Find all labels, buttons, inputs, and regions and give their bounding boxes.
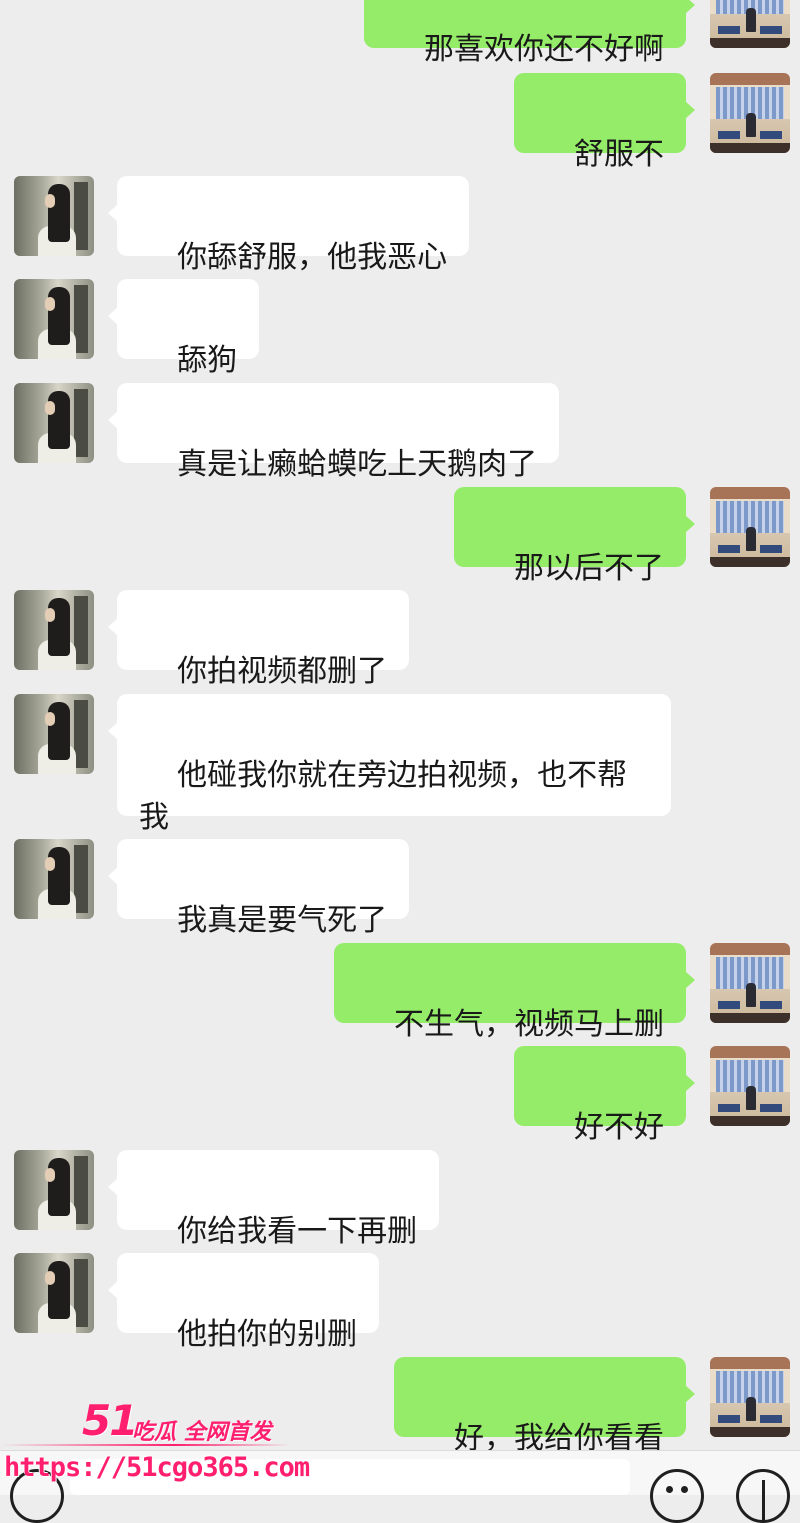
contact-avatar[interactable]	[14, 383, 94, 463]
message-text: 舔狗	[177, 343, 238, 378]
message-text: 不生气，视频马上删	[394, 1007, 664, 1042]
received-message-bubble[interactable]: 你舔舒服，他我恶心	[107, 176, 470, 275]
contact-avatar[interactable]	[14, 694, 94, 774]
contact-avatar[interactable]	[14, 839, 94, 919]
sent-message-bubble[interactable]: 好不好	[513, 1046, 696, 1145]
received-message-bubble[interactable]: 你拍视频都删了	[107, 590, 410, 689]
sent-message-bubble[interactable]: 那以后不了	[453, 487, 696, 586]
self-avatar[interactable]	[710, 0, 790, 48]
message-text: 真是让癞蛤蟆吃上天鹅肉了	[177, 447, 538, 482]
watermark: 51 吃瓜 全网首发 https://51cgo365.com	[0, 1396, 310, 1494]
contact-avatar[interactable]	[14, 1150, 94, 1230]
contact-avatar[interactable]	[14, 590, 94, 670]
sent-message-bubble[interactable]: 好，我给你看看	[393, 1357, 696, 1456]
message-text: 你舔舒服，他我恶心	[177, 240, 448, 275]
message-text: 好不好	[574, 1110, 664, 1145]
received-message-bubble[interactable]: 真是让癞蛤蟆吃上天鹅肉了	[107, 383, 560, 482]
self-avatar[interactable]	[710, 487, 790, 567]
message-text: 你拍视频都删了	[177, 654, 388, 689]
watermark-url: https://51cgo365.com	[4, 1452, 310, 1483]
contact-avatar[interactable]	[14, 279, 94, 359]
self-avatar[interactable]	[710, 943, 790, 1023]
self-avatar[interactable]	[710, 1357, 790, 1437]
received-message-bubble[interactable]: 你给我看一下再删	[107, 1150, 440, 1249]
message-text: 我真是要气死了	[177, 903, 388, 938]
self-avatar[interactable]	[710, 73, 790, 153]
message-text: 他碰我你就在旁边拍视频，也不帮我	[139, 758, 628, 835]
received-message-bubble[interactable]: 他碰我你就在旁边拍视频，也不帮我	[108, 694, 671, 835]
message-text: 舒服不	[574, 137, 664, 172]
contact-avatar[interactable]	[14, 1253, 94, 1333]
watermark-divider	[0, 1444, 290, 1446]
received-message-bubble[interactable]: 舔狗	[107, 279, 260, 378]
message-text: 那喜欢你还不好啊	[424, 32, 664, 67]
watermark-logo: 51	[82, 1396, 138, 1445]
received-message-bubble[interactable]: 我真是要气死了	[107, 839, 410, 938]
plus-icon[interactable]	[736, 1469, 790, 1523]
watermark-tagline: 吃瓜 全网首发	[132, 1420, 272, 1445]
message-text: 你给我看一下再删	[177, 1214, 418, 1249]
contact-avatar[interactable]	[14, 176, 94, 256]
sent-message-bubble[interactable]: 不生气，视频马上删	[333, 943, 696, 1042]
message-text: 那以后不了	[514, 551, 664, 586]
received-message-bubble[interactable]: 他拍你的别删	[107, 1253, 380, 1352]
message-text: 他拍你的别删	[177, 1317, 358, 1352]
sent-message-bubble[interactable]: 舒服不	[513, 73, 696, 172]
emoji-icon[interactable]	[650, 1469, 704, 1523]
sent-message-bubble[interactable]: 那喜欢你还不好啊	[363, 0, 696, 67]
self-avatar[interactable]	[710, 1046, 790, 1126]
